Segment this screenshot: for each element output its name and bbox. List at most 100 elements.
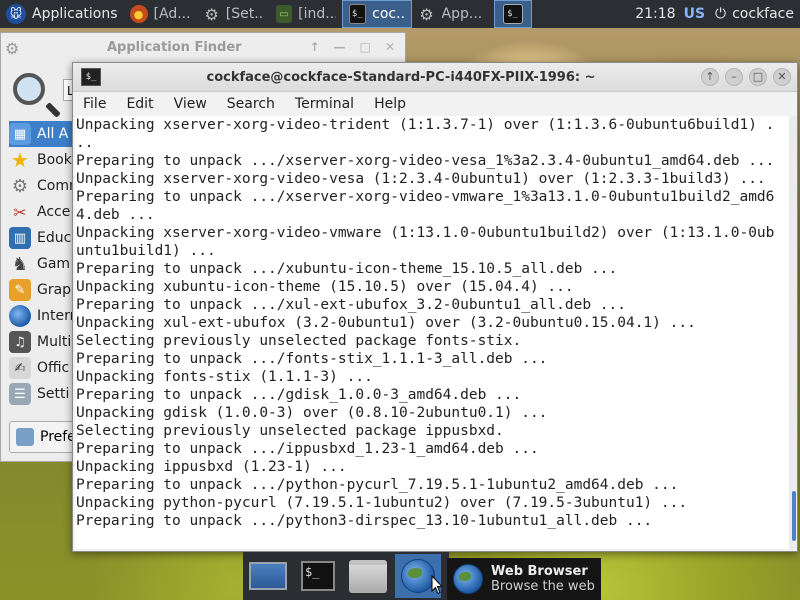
taskbar-item-indicator[interactable]: ▭ [ind... — [270, 0, 342, 28]
web-browser-tooltip: Web Browser Browse the web — [447, 558, 601, 600]
taskbar-item-new-terminal[interactable]: $_ — [493, 0, 532, 28]
terminal-line: Unpacking python-pycurl (7.19.5.1-1ubunt… — [76, 495, 688, 511]
category-graphics[interactable]: ✎ Grap — [9, 277, 79, 303]
terminal-line: Preparing to unpack .../fonts-stix_1.1.1… — [76, 351, 548, 367]
globe-icon — [401, 559, 435, 593]
menu-file[interactable]: File — [73, 96, 116, 112]
terminal-line: Unpacking fonts-stix (1.1.1-3) ... — [76, 369, 373, 385]
terminal-icon: $_ — [502, 4, 523, 24]
menu-search[interactable]: Search — [217, 96, 285, 112]
taskbar-item-firefox[interactable]: ● [Ad... — [124, 0, 198, 28]
applications-menu-label: Applications — [32, 6, 118, 22]
terminal-line: .. — [76, 135, 94, 151]
taskbar-item-label: [Set... — [225, 6, 264, 22]
minimize-icon[interactable]: – — [725, 68, 743, 86]
menu-view[interactable]: View — [164, 96, 217, 112]
category-label: All A — [37, 126, 69, 142]
multimedia-icon: ♫ — [9, 331, 31, 353]
taskbar-item-label: coc... — [372, 6, 404, 22]
category-label: Educ — [37, 230, 72, 246]
top-panel: 🐭 Applications ● [Ad... ⚙ [Set... ▭ [ind… — [0, 0, 800, 28]
close-icon[interactable]: ✕ — [773, 68, 791, 86]
dock-file-manager[interactable] — [345, 554, 391, 598]
close-icon[interactable]: ✕ — [385, 40, 395, 54]
menu-help[interactable]: Help — [364, 96, 416, 112]
taskbar-item-settings[interactable]: ⚙ [Set... — [198, 0, 270, 28]
scrollbar-thumb[interactable] — [792, 491, 796, 541]
terminal-icon: $_ — [81, 68, 101, 86]
star-icon: ★ — [11, 148, 29, 172]
terminal-line: Preparing to unpack .../xserver-xorg-vid… — [76, 189, 775, 205]
terminal-window: $_ cockface@cockface-Standard-PC-i440FX-… — [72, 62, 798, 552]
terminal-output[interactable]: Unpacking xserver-xorg-video-trident (1:… — [75, 116, 789, 549]
terminal-scrollbar[interactable] — [789, 116, 797, 549]
keyboard-layout-indicator[interactable]: US — [684, 6, 715, 22]
menu-terminal[interactable]: Terminal — [285, 96, 364, 112]
bottom-dock: $_ — [243, 552, 449, 600]
terminal-titlebar[interactable]: $_ cockface@cockface-Standard-PC-i440FX-… — [73, 63, 797, 92]
power-icon: ⏻ — [715, 6, 727, 22]
category-accessories[interactable]: ✂ Acce — [9, 199, 79, 225]
terminal-line: Preparing to unpack .../xul-ext-ubufox_3… — [76, 297, 626, 313]
folder-icon — [349, 559, 387, 593]
monitor-icon: ▭ — [275, 5, 293, 23]
globe-icon — [9, 305, 31, 327]
taskbar-item-terminal[interactable]: $_ coc... — [341, 0, 412, 28]
tooltip-title: Web Browser — [491, 564, 588, 579]
category-command-history[interactable]: ⚙ Comm — [9, 173, 83, 199]
office-icon: ✍ — [9, 357, 31, 379]
terminal-line: Preparing to unpack .../ippusbxd_1.23-1_… — [76, 441, 539, 457]
shade-icon[interactable]: ↑ — [701, 68, 719, 86]
category-bookmarks[interactable]: ★ Book — [9, 147, 79, 173]
user-name: cockface — [732, 6, 794, 22]
xfce-mouse-icon: 🐭 — [6, 4, 26, 24]
category-label: Grap — [37, 282, 72, 298]
applications-menu-button[interactable]: 🐭 Applications — [0, 0, 124, 28]
firefox-icon: ● — [129, 5, 148, 23]
gear-icon: ⚙ — [204, 4, 219, 24]
dock-show-desktop[interactable] — [245, 554, 291, 598]
terminal-menubar: File Edit View Search Terminal Help — [73, 92, 797, 117]
menu-edit[interactable]: Edit — [116, 96, 163, 112]
user-menu[interactable]: ⏻ cockface — [715, 6, 800, 22]
taskbar-item-app-finder[interactable]: ⚙ App... — [412, 0, 490, 28]
category-all-applications[interactable]: ▦ All A — [9, 121, 79, 147]
taskbar-item-label: App... — [441, 6, 483, 22]
category-settings[interactable]: ☰ Setti — [9, 381, 79, 407]
dock-terminal[interactable]: $_ — [295, 554, 341, 598]
terminal-line: Unpacking xserver-xorg-video-trident (1:… — [76, 117, 775, 133]
minimize-icon[interactable]: — — [334, 40, 346, 54]
desktop-icon — [249, 562, 287, 590]
graphics-icon: ✎ — [9, 279, 31, 301]
shade-icon[interactable]: ↑ — [310, 40, 320, 54]
terminal-line: Unpacking xubuntu-icon-theme (15.10.5) o… — [76, 279, 574, 295]
category-label: Book — [37, 152, 72, 168]
games-icon: ♞ — [11, 253, 29, 275]
terminal-line: 4.deb ... — [76, 207, 155, 223]
tooltip-subtitle: Browse the web — [491, 579, 595, 594]
clock[interactable]: 21:18 — [635, 6, 683, 22]
category-list: ▦ All A ★ Book ⚙ Comm ✂ Acce ▥ Educ ♞ Ga… — [9, 121, 83, 407]
terminal-line: Unpacking xserver-xorg-video-vesa (1:2.3… — [76, 171, 766, 187]
education-icon: ▥ — [9, 227, 31, 249]
taskbar-item-label: [ind... — [298, 6, 336, 22]
magnifier-icon — [13, 73, 45, 105]
terminal-line: Selecting previously unselected package … — [76, 333, 522, 349]
maximize-icon[interactable]: □ — [749, 68, 767, 86]
terminal-icon: $_ — [301, 561, 335, 591]
terminal-line: Unpacking ippusbxd (1.23-1) ... — [76, 459, 347, 475]
app-finder-titlebar[interactable]: ⚙ Application Finder ↑ — □ ✕ — [1, 33, 405, 61]
category-internet[interactable]: Intern — [9, 303, 79, 329]
category-label: Acce — [37, 204, 71, 220]
category-education[interactable]: ▥ Educ — [9, 225, 79, 251]
terminal-lines: Unpacking xserver-xorg-video-trident (1:… — [76, 116, 789, 530]
terminal-line: Preparing to unpack .../python-pycurl_7.… — [76, 477, 679, 493]
terminal-line: Selecting previously unselected package … — [76, 423, 504, 439]
terminal-line: Preparing to unpack .../gdisk_1.0.0-3_am… — [76, 387, 522, 403]
category-office[interactable]: ✍ Offic — [9, 355, 79, 381]
terminal-line: Preparing to unpack .../xserver-xorg-vid… — [76, 153, 775, 169]
terminal-line: Preparing to unpack .../xubuntu-icon-the… — [76, 261, 618, 277]
category-games[interactable]: ♞ Gam — [9, 251, 79, 277]
category-multimedia[interactable]: ♫ Multi — [9, 329, 79, 355]
maximize-icon[interactable]: □ — [360, 40, 371, 54]
